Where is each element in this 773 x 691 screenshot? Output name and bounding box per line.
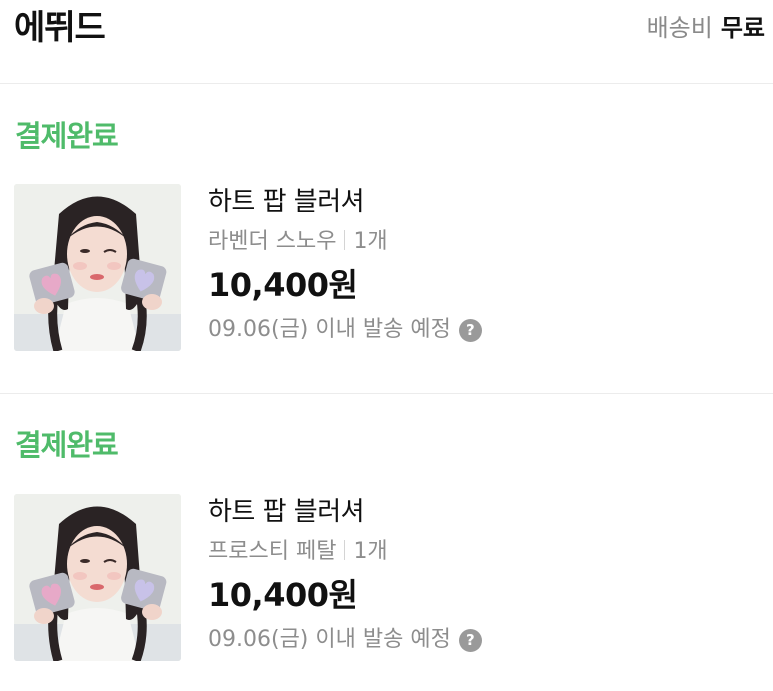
product-info: 하트 팝 블러셔 프로스티 페탈 1개 10,400원 09.06(금) 이내 발… [208, 494, 482, 655]
shipping-schedule: 09.06(금) 이내 발송 예정? [208, 625, 482, 655]
option-quantity: 1개 [353, 229, 388, 254]
question-icon[interactable]: ? [458, 318, 482, 342]
option-quantity: 1개 [353, 539, 388, 564]
shipping-date-text: 09.06(금) 이내 발송 예정 [208, 627, 451, 652]
product-price: 10,400원 [208, 576, 358, 614]
option-divider [344, 230, 346, 250]
option-divider [344, 540, 346, 560]
product-photo [14, 494, 181, 661]
order-item: 결제완료 하트 [0, 394, 773, 691]
order-status: 결제완료 [15, 428, 119, 462]
order-status: 결제완료 [15, 119, 119, 153]
shipping-fee-value: 무료 [720, 14, 765, 42]
product-thumbnail[interactable] [14, 184, 181, 351]
shipping-fee: 배송비 무료 [647, 12, 765, 44]
store-name[interactable]: 에뛰드 [14, 6, 106, 50]
order-item: 결제완료 하트 [0, 84, 773, 394]
shipping-fee-label: 배송비 [646, 14, 713, 42]
product-option: 라벤더 스노우 1개 [208, 227, 482, 257]
shipping-schedule: 09.06(금) 이내 발송 예정? [208, 315, 482, 345]
question-icon[interactable]: ? [458, 628, 482, 652]
option-name: 라벤더 스노우 [208, 229, 337, 254]
store-header: 에뛰드 배송비 무료 [0, 0, 773, 84]
product-name[interactable]: 하트 팝 블러셔 [208, 184, 482, 220]
option-name: 프로스티 페탈 [208, 539, 337, 564]
product-thumbnail[interactable] [14, 494, 181, 661]
product-price: 10,400원 [208, 266, 358, 304]
product-photo [14, 184, 181, 351]
product-info: 하트 팝 블러셔 라벤더 스노우 1개 10,400원 09.06(금) 이내 발… [208, 184, 482, 345]
shipping-date-text: 09.06(금) 이내 발송 예정 [208, 317, 451, 342]
product-option: 프로스티 페탈 1개 [208, 537, 482, 567]
product-name[interactable]: 하트 팝 블러셔 [208, 494, 482, 530]
